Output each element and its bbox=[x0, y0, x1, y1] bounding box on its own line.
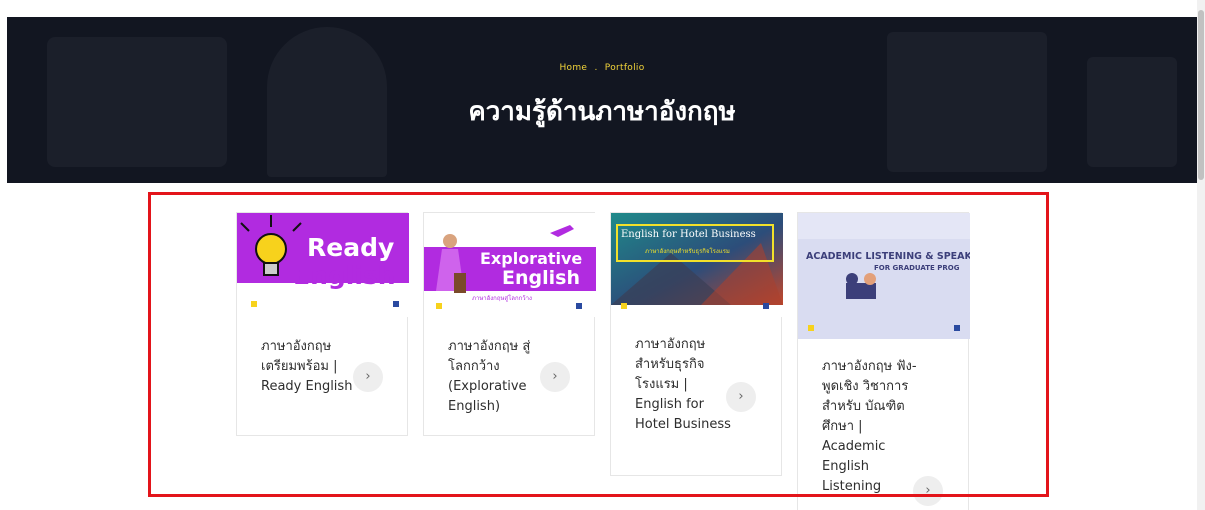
academic-english-thumbnail-art bbox=[798, 213, 970, 339]
thumbnail-title: English for Hotel Business bbox=[621, 229, 756, 240]
card-thumbnail[interactable]: Ready English bbox=[237, 213, 409, 317]
thumbnail-subtitle: ภาษาอังกฤษสำหรับธุรกิจโรงแรม bbox=[645, 248, 730, 255]
breadcrumb-current: Portfolio bbox=[604, 63, 645, 73]
page-scrollbar[interactable] bbox=[1197, 0, 1205, 510]
portfolio-card-ready-english[interactable]: Ready English ภาษาอังกฤษ เตรียมพร้อม | R… bbox=[236, 212, 409, 436]
thumbnail-subtitle: ภาษาอังกฤษสู่โลกกว้าง bbox=[472, 295, 532, 302]
chevron-right-icon[interactable]: › bbox=[913, 476, 943, 506]
chevron-right-icon[interactable]: › bbox=[540, 362, 570, 392]
thumbnail-title: Ready bbox=[307, 233, 395, 262]
thumbnail-subtitle: FOR GRADUATE PROG bbox=[874, 264, 960, 272]
thumbnail-title: Explorative bbox=[480, 249, 583, 268]
card-title[interactable]: ภาษาอังกฤษ สำหรับธุรกิจ โรงแรม | English… bbox=[635, 335, 731, 435]
thumbnail-title: English bbox=[502, 267, 580, 289]
breadcrumb-separator: . bbox=[594, 63, 598, 73]
card-title[interactable]: ภาษาอังกฤษ ฟัง-พูดเชิง วิชาการ สำหรับ บั… bbox=[822, 357, 918, 497]
thumbnail-title: ACADEMIC LISTENING & SPEAKI bbox=[806, 251, 970, 262]
breadcrumb-home-link[interactable]: Home bbox=[559, 63, 587, 73]
card-title[interactable]: ภาษาอังกฤษ เตรียมพร้อม | Ready English bbox=[261, 337, 357, 397]
portfolio-card-explorative-english[interactable]: Explorative English ภาษาอังกฤษสู่โลกกว้า… bbox=[423, 212, 596, 436]
page-title: ความรู้ด้านภาษาอังกฤษ bbox=[468, 97, 736, 127]
thumbnail-title: English bbox=[293, 261, 396, 290]
portfolio-card-hotel-english[interactable]: English for Hotel Business ภาษาอังกฤษสำห… bbox=[610, 212, 783, 476]
top-gap bbox=[0, 0, 1205, 17]
chevron-right-icon[interactable]: › bbox=[353, 362, 383, 392]
card-title[interactable]: ภาษาอังกฤษ สู่โลกกว้าง (Explorative Engl… bbox=[448, 337, 544, 417]
scrollbar-thumb[interactable] bbox=[1198, 10, 1204, 180]
breadcrumb: Home . Portfolio bbox=[7, 63, 1197, 73]
chevron-right-icon[interactable]: › bbox=[726, 382, 756, 412]
card-thumbnail[interactable]: Explorative English ภาษาอังกฤษสู่โลกกว้า… bbox=[424, 213, 596, 317]
card-thumbnail[interactable]: English for Hotel Business ภาษาอังกฤษสำห… bbox=[611, 213, 783, 317]
portfolio-card-academic-english[interactable]: ACADEMIC LISTENING & SPEAKI FOR GRADUATE… bbox=[797, 212, 970, 510]
card-thumbnail[interactable]: ACADEMIC LISTENING & SPEAKI FOR GRADUATE… bbox=[798, 213, 970, 339]
page-hero: Home . Portfolio ความรู้ด้านภาษาอังกฤษ bbox=[7, 17, 1197, 183]
